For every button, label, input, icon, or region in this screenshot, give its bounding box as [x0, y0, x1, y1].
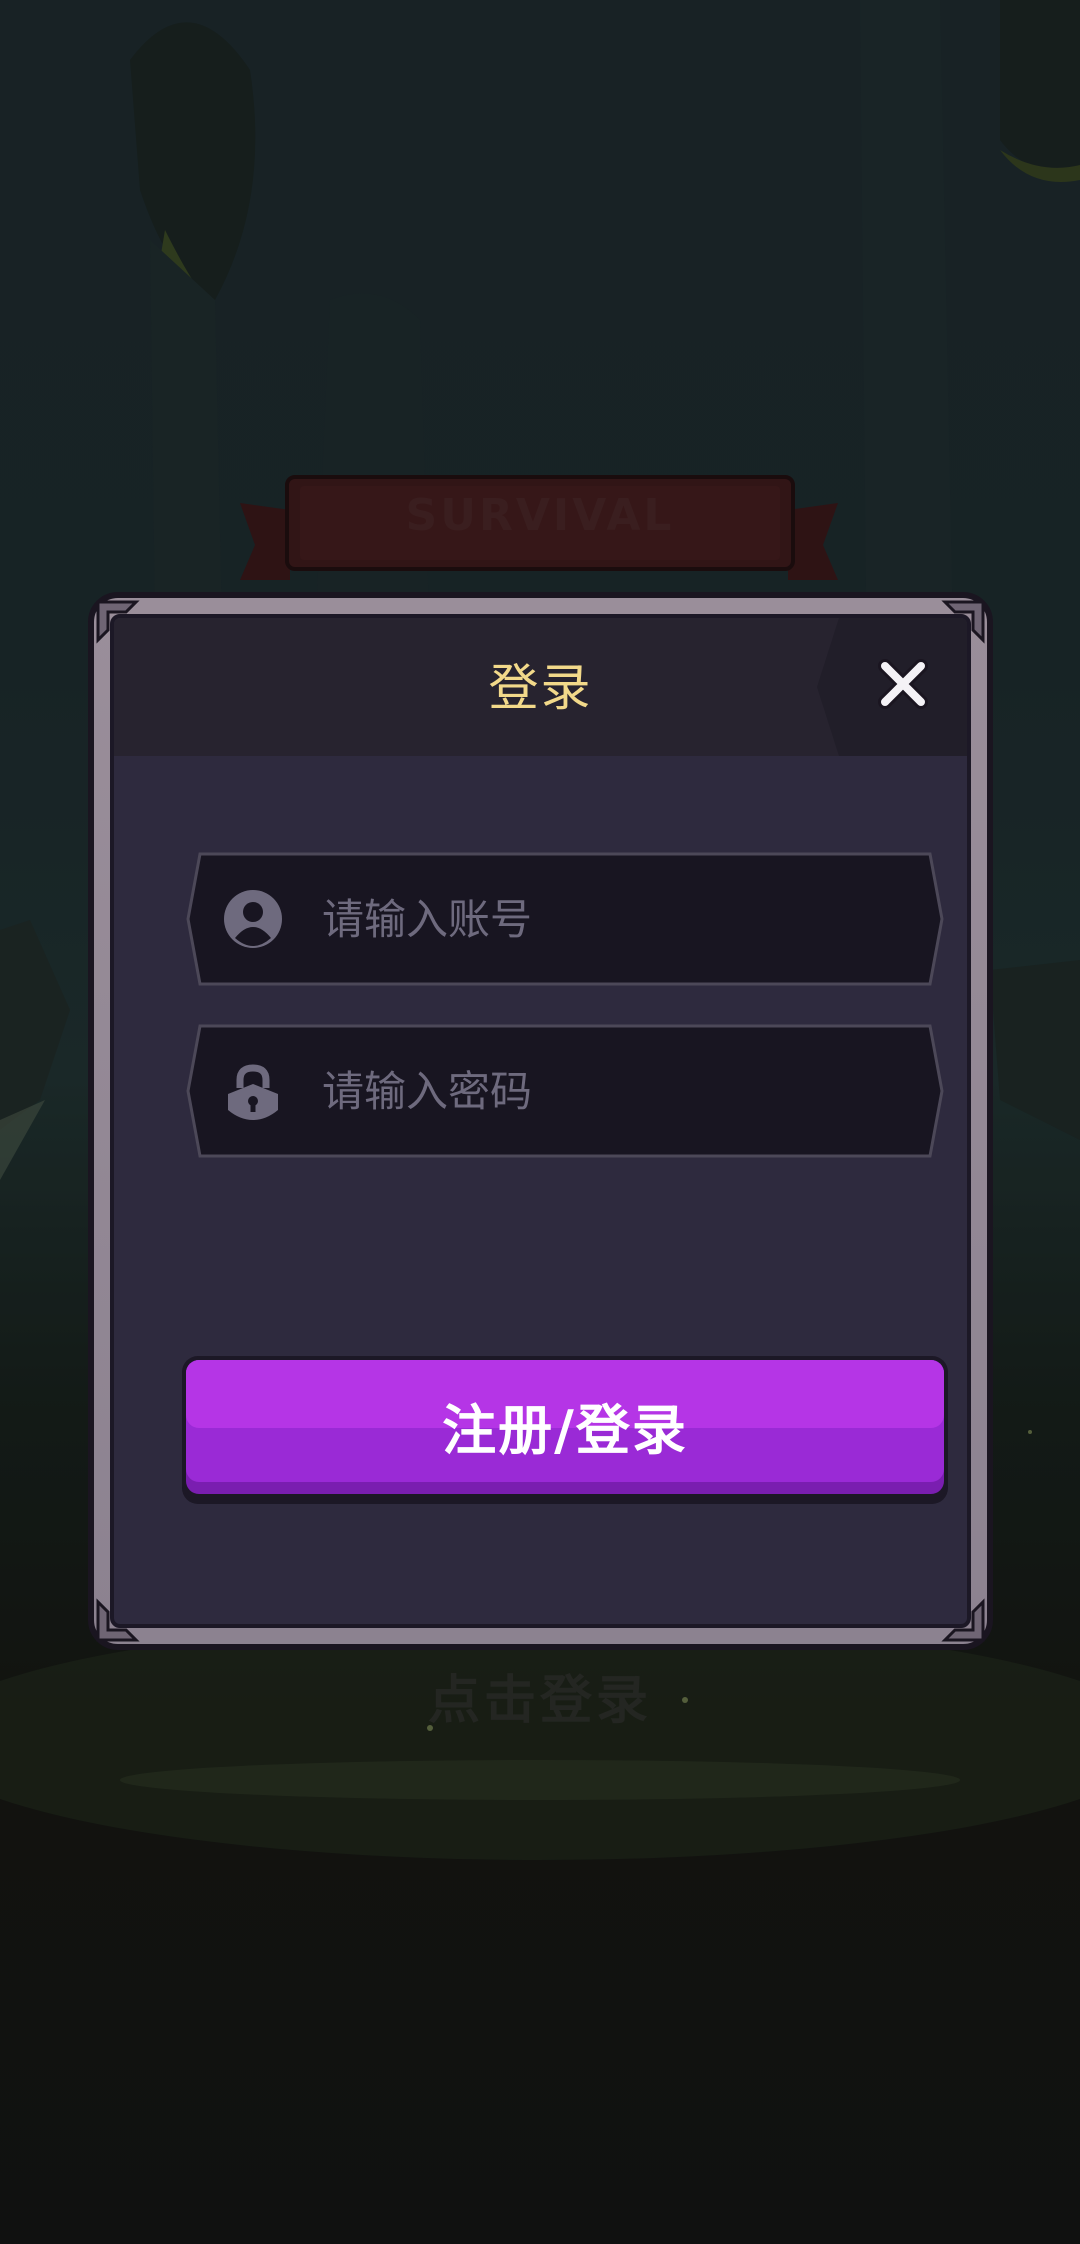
close-button[interactable] — [873, 654, 933, 714]
password-field[interactable] — [186, 1024, 946, 1158]
lock-icon — [228, 1064, 278, 1120]
account-field[interactable] — [186, 852, 946, 986]
dialog-panel: 登录 请输入账号 注册/登录 — [110, 614, 971, 1628]
close-icon — [878, 659, 928, 709]
register-login-button[interactable]: 注册/登录 — [180, 1356, 950, 1506]
login-dialog: 登录 请输入账号 注册/登录 — [88, 592, 993, 1650]
password-input[interactable] — [322, 1054, 902, 1128]
user-icon — [224, 890, 282, 948]
account-input[interactable] — [322, 882, 902, 956]
dialog-header: 登录 — [114, 618, 967, 756]
register-login-label: 注册/登录 — [442, 1399, 688, 1462]
